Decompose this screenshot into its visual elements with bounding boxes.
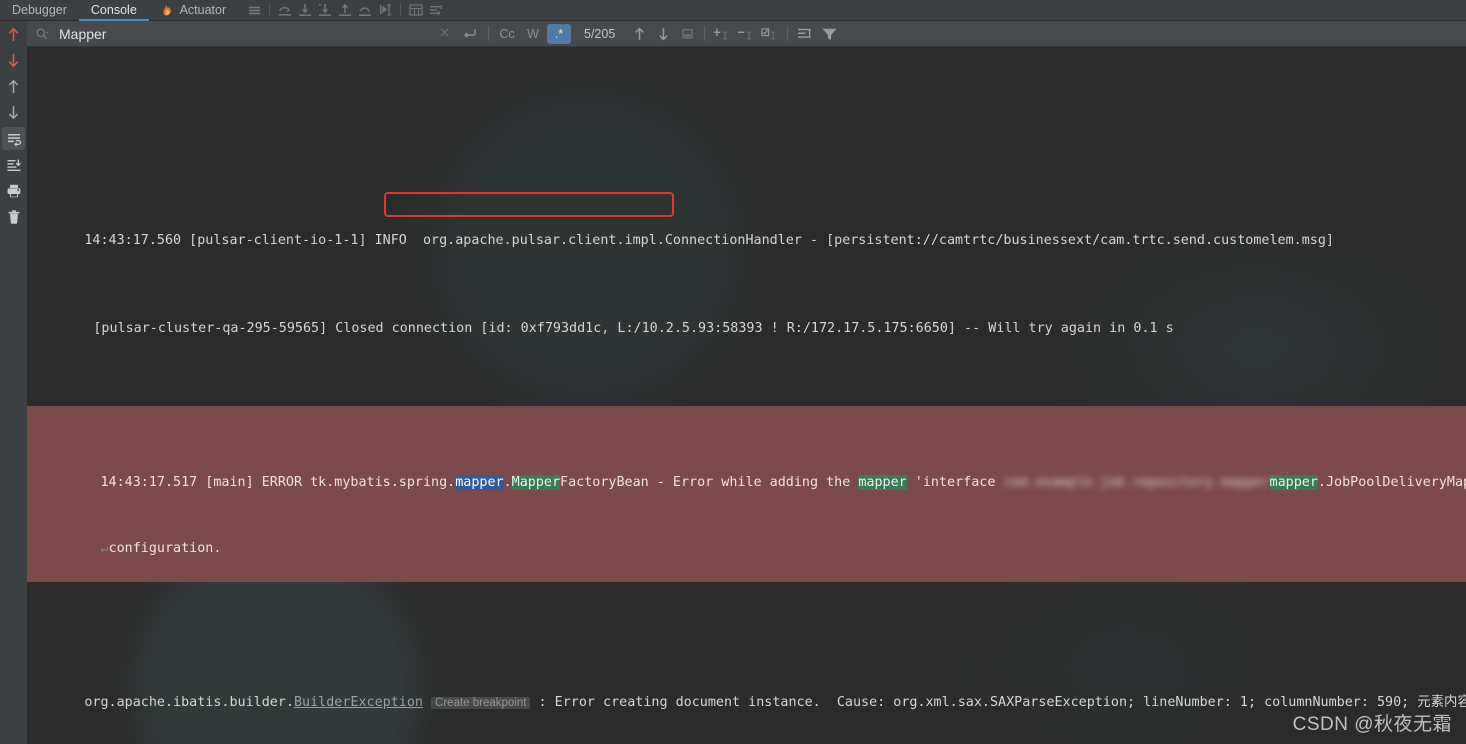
menu-icon[interactable] [244, 0, 264, 20]
regex-label: .* [554, 26, 564, 41]
print-icon[interactable] [2, 179, 25, 202]
search-match-current: mapper [455, 475, 504, 490]
error-line-2: ↵configuration. [27, 516, 1466, 556]
up-arrow-red-icon[interactable] [2, 23, 25, 46]
scroll-to-end-icon[interactable] [2, 153, 25, 176]
tab-console-label: Console [90, 2, 137, 17]
tab-actuator[interactable]: Actuator [149, 0, 238, 21]
error-line-2-text: configuration. [108, 541, 222, 556]
exception-class-link[interactable]: BuilderException [294, 695, 423, 710]
up-arrow-icon[interactable] [2, 75, 25, 98]
tab-console[interactable]: Console [78, 0, 149, 21]
match-case-button[interactable]: Cc [495, 24, 519, 44]
step-into-icon[interactable] [295, 0, 315, 20]
create-breakpoint-badge[interactable]: Create breakpoint [431, 697, 531, 709]
exception-package: org.apache.ibatis.builder. [84, 695, 294, 710]
console-find-bar: Cc W .* 5/205 [27, 21, 1466, 47]
wrap-lines-icon[interactable] [793, 23, 817, 45]
error-text-3: .JobPoolDeliveryMapper' to [1317, 475, 1466, 490]
find-divider-1 [488, 26, 489, 41]
match-counter: 5/205 [584, 26, 616, 41]
search-input[interactable] [57, 24, 387, 43]
console-side-toolbar [0, 21, 27, 744]
tab-debugger-label: Debugger [12, 2, 67, 17]
error-text-1: FactoryBean - Error while adding the [560, 475, 859, 490]
soft-wrap-marker-2: ↵ [100, 541, 109, 556]
remove-filter-icon[interactable] [734, 23, 758, 45]
search-icon[interactable] [35, 27, 49, 41]
log-line-clipped: 14:43:17.560 [pulsar-client-io-1-1] INFO… [27, 128, 1466, 142]
idea-debug-console-window: Debugger Console Actuator Mapper Cc W .*… [0, 0, 1466, 744]
prev-match-icon[interactable] [627, 23, 651, 45]
regex-button[interactable]: .* [547, 23, 571, 44]
log-line-2-text: [pulsar-cluster-qa-295-59565] Closed con… [93, 321, 1174, 336]
error-log-block: 14:43:17.517 [main] ERROR tk.mybatis.spr… [27, 406, 1466, 582]
next-match-icon[interactable] [651, 23, 675, 45]
actuator-flame-icon [161, 2, 174, 15]
step-out-icon[interactable] [335, 0, 355, 20]
words-button[interactable]: W [521, 24, 545, 44]
down-arrow-red-icon[interactable] [2, 49, 25, 72]
down-arrow-icon[interactable] [2, 101, 25, 124]
search-match-green-1: Mapper [511, 475, 561, 490]
search-field-wrapper[interactable] [27, 21, 457, 47]
add-filter-icon[interactable] [710, 23, 734, 45]
edit-filter-icon[interactable] [758, 23, 782, 45]
toolbar-divider-2 [400, 3, 402, 17]
exception-header-line: org.apache.ibatis.builder.BuilderExcepti… [27, 670, 1466, 710]
drop-frame-icon[interactable] [355, 0, 375, 20]
redacted-package-name: com.example.job.repository.mapper [1003, 475, 1270, 490]
words-label: W [527, 26, 539, 41]
toolbar-divider-1 [269, 3, 271, 17]
log-line-2: [pulsar-cluster-qa-295-59565] Closed con… [27, 296, 1466, 336]
log-line-1-text: 14:43:17.560 [pulsar-client-io-1-1] INFO… [84, 233, 1334, 248]
find-divider-3 [787, 26, 789, 41]
clear-search-icon[interactable] [438, 24, 457, 43]
select-all-matches-icon[interactable] [675, 23, 699, 45]
debug-tool-window-tabbar: Debugger Console Actuator [0, 0, 1466, 21]
tab-actuator-label: Actuator [179, 2, 227, 17]
error-text-2: 'interface [906, 475, 1004, 490]
log-line-1: 14:43:17.560 [pulsar-client-io-1-1] INFO… [27, 208, 1466, 248]
console-background-art [27, 47, 1466, 744]
exception-wrapped-line: 的字符数据或标记组成。 [27, 736, 1466, 744]
settings-layout-icon[interactable] [426, 0, 446, 20]
error-timestamp-prefix: 14:43:17.517 [main] ERROR tk.mybatis.spr… [100, 475, 456, 490]
console-output[interactable]: 14:43:17.560 [pulsar-client-io-1-1] INFO… [27, 47, 1466, 744]
soft-wrap-icon[interactable] [2, 127, 25, 150]
run-to-cursor-icon[interactable] [375, 0, 395, 20]
force-step-into-icon[interactable] [315, 0, 335, 20]
exception-message: : Error creating document instance. Caus… [530, 695, 1466, 710]
search-match-green-2: mapper [858, 475, 907, 490]
search-match-green-3: mapper [1269, 475, 1318, 490]
error-line-1: 14:43:17.517 [main] ERROR tk.mybatis.spr… [27, 450, 1466, 490]
tab-debugger[interactable]: Debugger [0, 0, 79, 21]
new-line-icon[interactable] [458, 24, 482, 44]
error-dot-1: . [503, 475, 512, 490]
watermark: CSDN @秋夜无霜 [1292, 714, 1452, 735]
evaluate-expression-icon[interactable] [406, 0, 426, 20]
find-divider-2 [704, 26, 706, 41]
filter-icon[interactable] [817, 23, 841, 45]
trash-icon[interactable] [2, 205, 25, 228]
step-over-icon[interactable] [275, 0, 295, 20]
match-case-label: Cc [499, 26, 515, 41]
